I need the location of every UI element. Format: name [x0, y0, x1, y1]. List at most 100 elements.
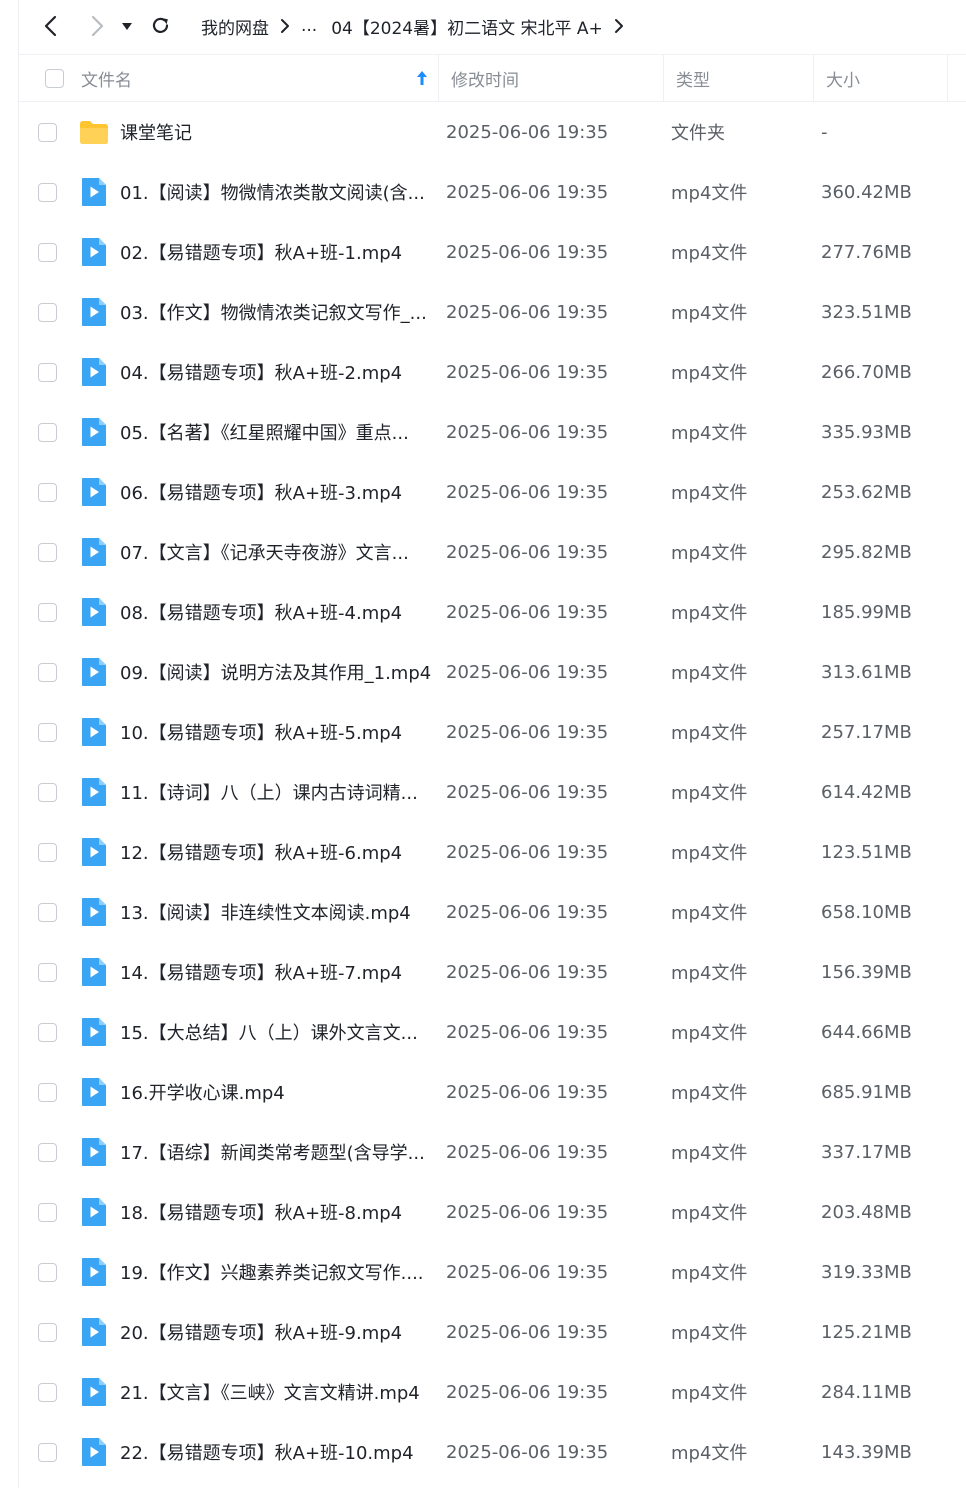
file-modified-time: 2025-06-06 19:35	[446, 901, 609, 923]
breadcrumb-root[interactable]: 我的网盘	[201, 14, 269, 39]
file-icon-cell	[74, 657, 114, 687]
select-all-checkbox[interactable]	[45, 68, 64, 88]
row-checkbox[interactable]	[38, 602, 57, 622]
file-row[interactable]: 课堂笔记 2025-06-06 19:35 文件夹 -	[19, 102, 966, 162]
file-name[interactable]: 16.开学收心课.mp4	[114, 1079, 442, 1105]
breadcrumb-ellipsis[interactable]: ...	[301, 16, 317, 36]
sort-ascending-icon[interactable]	[416, 70, 428, 86]
column-header-type[interactable]: 类型	[664, 55, 814, 101]
file-row[interactable]: 10.【易错题专项】秋A+班-5.mp4 2025-06-06 19:35 mp…	[19, 702, 966, 762]
row-checkbox[interactable]	[38, 902, 57, 922]
file-row[interactable]: 09.【阅读】说明方法及其作用_1.mp4 2025-06-06 19:35 m…	[19, 642, 966, 702]
video-icon	[82, 418, 106, 446]
file-modified-time: 2025-06-06 19:35	[446, 781, 609, 803]
row-checkbox[interactable]	[38, 1322, 57, 1342]
file-name[interactable]: 07.【文言】《记承天寺夜游》文言...	[114, 539, 442, 565]
file-name[interactable]: 11.【诗词】八（上）课内古诗词精...	[114, 779, 442, 805]
file-row[interactable]: 17.【语综】新闻类常考题型(含导学... 2025-06-06 19:35 m…	[19, 1122, 966, 1182]
file-row[interactable]: 13.【阅读】非连续性文本阅读.mp4 2025-06-06 19:35 mp4…	[19, 882, 966, 942]
refresh-button[interactable]	[141, 6, 181, 46]
column-header-time[interactable]: 修改时间	[439, 55, 664, 101]
file-row[interactable]: 05.【名著】《红星照耀中国》重点... 2025-06-06 19:35 mp…	[19, 402, 966, 462]
row-checkbox[interactable]	[38, 542, 57, 562]
file-row[interactable]: 04.【易错题专项】秋A+班-2.mp4 2025-06-06 19:35 mp…	[19, 342, 966, 402]
row-checkbox[interactable]	[38, 782, 57, 802]
file-row[interactable]: 20.【易错题专项】秋A+班-9.mp4 2025-06-06 19:35 mp…	[19, 1302, 966, 1362]
row-checkbox[interactable]	[38, 842, 57, 862]
file-row[interactable]: 15.【大总结】八（上）课外文言文... 2025-06-06 19:35 mp…	[19, 1002, 966, 1062]
file-name[interactable]: 19.【作文】兴趣素养类记叙文写作....	[114, 1259, 442, 1285]
file-name[interactable]: 08.【易错题专项】秋A+班-4.mp4	[114, 599, 442, 625]
file-row[interactable]: 06.【易错题专项】秋A+班-3.mp4 2025-06-06 19:35 mp…	[19, 462, 966, 522]
row-checkbox[interactable]	[38, 122, 57, 142]
row-checkbox[interactable]	[38, 302, 57, 322]
file-size: 313.61MB	[821, 661, 912, 683]
file-name[interactable]: 05.【名著】《红星照耀中国》重点...	[114, 419, 442, 445]
file-name[interactable]: 04.【易错题专项】秋A+班-2.mp4	[114, 359, 442, 385]
file-name[interactable]: 20.【易错题专项】秋A+班-9.mp4	[114, 1319, 442, 1345]
file-name[interactable]: 12.【易错题专项】秋A+班-6.mp4	[114, 839, 442, 865]
row-checkbox[interactable]	[38, 422, 57, 442]
row-checkbox[interactable]	[38, 482, 57, 502]
file-type: mp4文件	[671, 483, 748, 504]
row-checkbox[interactable]	[38, 182, 57, 202]
row-checkbox[interactable]	[38, 242, 57, 262]
file-name[interactable]: 13.【阅读】非连续性文本阅读.mp4	[114, 899, 442, 925]
video-icon	[82, 838, 106, 866]
file-name[interactable]: 01.【阅读】物微情浓类散文阅读(含...	[114, 179, 442, 205]
column-header-size[interactable]: 大小	[814, 55, 948, 101]
file-modified-time: 2025-06-06 19:35	[446, 1021, 609, 1043]
file-size: 614.42MB	[821, 781, 912, 803]
file-size: 284.11MB	[821, 1381, 912, 1403]
file-row[interactable]: 01.【阅读】物微情浓类散文阅读(含... 2025-06-06 19:35 m…	[19, 162, 966, 222]
file-name[interactable]: 21.【文言】《三峡》文言文精讲.mp4	[114, 1379, 442, 1405]
file-row[interactable]: 19.【作文】兴趣素养类记叙文写作.... 2025-06-06 19:35 m…	[19, 1242, 966, 1302]
file-row[interactable]: 16.开学收心课.mp4 2025-06-06 19:35 mp4文件 685.…	[19, 1062, 966, 1122]
file-row[interactable]: 12.【易错题专项】秋A+班-6.mp4 2025-06-06 19:35 mp…	[19, 822, 966, 882]
file-row[interactable]: 07.【文言】《记承天寺夜游》文言... 2025-06-06 19:35 mp…	[19, 522, 966, 582]
row-checkbox[interactable]	[38, 1022, 57, 1042]
row-checkbox[interactable]	[38, 1262, 57, 1282]
row-checkbox[interactable]	[38, 1142, 57, 1162]
row-checkbox[interactable]	[38, 1442, 57, 1462]
column-header-time-label: 修改时间	[451, 70, 519, 91]
breadcrumb-current[interactable]: 04【2024暑】初二语文 宋北平 A+	[331, 14, 603, 39]
file-icon-cell	[74, 177, 114, 207]
file-row[interactable]: 21.【文言】《三峡》文言文精讲.mp4 2025-06-06 19:35 mp…	[19, 1362, 966, 1422]
file-name[interactable]: 课堂笔记	[114, 119, 442, 145]
file-modified-time: 2025-06-06 19:35	[446, 421, 609, 443]
file-icon-cell	[74, 357, 114, 387]
file-name[interactable]: 17.【语综】新闻类常考题型(含导学...	[114, 1139, 442, 1165]
row-checkbox-cell	[19, 1022, 79, 1042]
row-checkbox[interactable]	[38, 1382, 57, 1402]
forward-button[interactable]	[77, 6, 117, 46]
history-dropdown-button[interactable]	[113, 6, 141, 46]
file-name[interactable]: 03.【作文】物微情浓类记叙文写作_...	[114, 299, 442, 325]
file-row[interactable]: 08.【易错题专项】秋A+班-4.mp4 2025-06-06 19:35 mp…	[19, 582, 966, 642]
back-button[interactable]	[31, 6, 71, 46]
file-name[interactable]: 02.【易错题专项】秋A+班-1.mp4	[114, 239, 442, 265]
file-name[interactable]: 15.【大总结】八（上）课外文言文...	[114, 1019, 442, 1045]
file-row[interactable]: 02.【易错题专项】秋A+班-1.mp4 2025-06-06 19:35 mp…	[19, 222, 966, 282]
file-row[interactable]: 22.【易错题专项】秋A+班-10.mp4 2025-06-06 19:35 m…	[19, 1422, 966, 1482]
file-size: 335.93MB	[821, 421, 912, 443]
file-row[interactable]: 18.【易错题专项】秋A+班-8.mp4 2025-06-06 19:35 mp…	[19, 1182, 966, 1242]
file-row[interactable]: 03.【作文】物微情浓类记叙文写作_... 2025-06-06 19:35 m…	[19, 282, 966, 342]
file-name[interactable]: 22.【易错题专项】秋A+班-10.mp4	[114, 1439, 442, 1465]
file-row[interactable]: 14.【易错题专项】秋A+班-7.mp4 2025-06-06 19:35 mp…	[19, 942, 966, 1002]
column-header-name[interactable]: 文件名	[79, 55, 439, 101]
file-name[interactable]: 14.【易错题专项】秋A+班-7.mp4	[114, 959, 442, 985]
row-checkbox[interactable]	[38, 962, 57, 982]
file-name[interactable]: 09.【阅读】说明方法及其作用_1.mp4	[114, 659, 442, 685]
row-checkbox[interactable]	[38, 1082, 57, 1102]
file-name[interactable]: 10.【易错题专项】秋A+班-5.mp4	[114, 719, 442, 745]
row-checkbox[interactable]	[38, 362, 57, 382]
row-checkbox[interactable]	[38, 662, 57, 682]
row-checkbox[interactable]	[38, 1202, 57, 1222]
row-checkbox[interactable]	[38, 722, 57, 742]
file-name[interactable]: 18.【易错题专项】秋A+班-8.mp4	[114, 1199, 442, 1225]
file-icon-cell	[74, 1137, 114, 1167]
file-name[interactable]: 06.【易错题专项】秋A+班-3.mp4	[114, 479, 442, 505]
video-icon	[82, 178, 106, 206]
file-row[interactable]: 11.【诗词】八（上）课内古诗词精... 2025-06-06 19:35 mp…	[19, 762, 966, 822]
